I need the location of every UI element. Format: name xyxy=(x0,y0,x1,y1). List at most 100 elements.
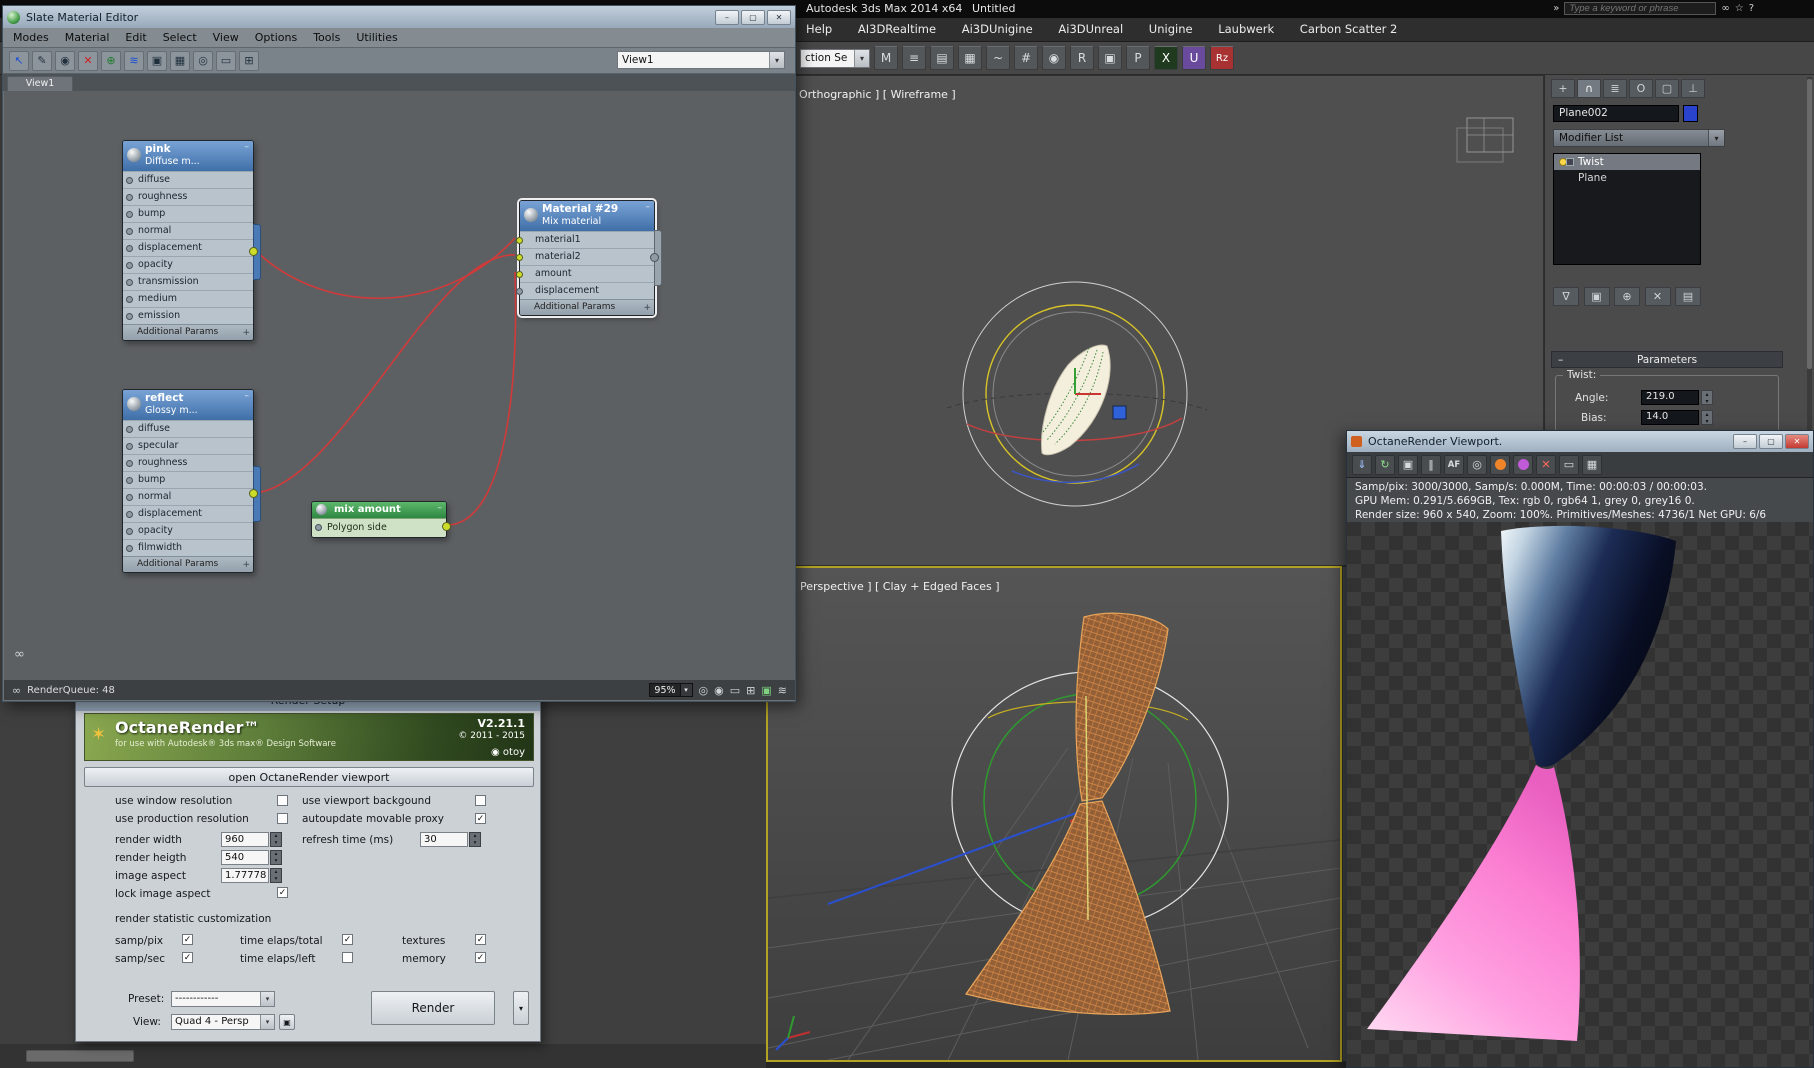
move-children-icon[interactable]: ⊕ xyxy=(101,50,121,71)
slot-connector-icon[interactable] xyxy=(126,425,133,433)
lock-image-aspect-checkbox[interactable]: ✓ xyxy=(277,887,288,898)
node-reflect-glossy[interactable]: reflect Glossy m... – diffuse specular r… xyxy=(122,389,261,573)
zoom-extents-icon[interactable]: ⊞ xyxy=(746,684,755,697)
menu-help[interactable]: Help xyxy=(806,22,832,36)
close-button[interactable]: ✕ xyxy=(1785,434,1809,449)
menu-tools[interactable]: Tools xyxy=(313,31,340,44)
combo-arrow-icon[interactable]: ▾ xyxy=(679,684,692,696)
node-mix-amount[interactable]: mix amount – Polygon side xyxy=(311,501,451,538)
camera-picker-icon[interactable]: ◎ xyxy=(1467,454,1487,475)
minimize-button[interactable]: – xyxy=(715,9,739,25)
combo-arrow-icon[interactable]: ▾ xyxy=(769,52,784,68)
render-setup-icon[interactable]: R xyxy=(1070,46,1094,70)
slot-connector-icon[interactable] xyxy=(126,527,133,535)
menu-material[interactable]: Material xyxy=(65,31,110,44)
selection-set-combo[interactable]: ction Se ▾ xyxy=(800,48,870,68)
x-plugin-icon[interactable]: X xyxy=(1154,46,1178,70)
zoom-tool-icon[interactable]: ◎ xyxy=(193,50,213,71)
time-slider[interactable] xyxy=(26,1050,134,1062)
autofocus-icon[interactable]: AF xyxy=(1444,454,1464,475)
menu-ai3dunigine[interactable]: Ai3DUnigine xyxy=(962,22,1033,36)
modifier-stack[interactable]: Twist Plane xyxy=(1553,153,1701,265)
time-total-checkbox[interactable]: ✓ xyxy=(342,934,353,945)
render-height-spinner[interactable]: ▴ ▾ xyxy=(270,850,282,865)
menu-unigine[interactable]: Unigine xyxy=(1149,22,1193,36)
view-combo[interactable]: Quad 4 - Persp ▾ xyxy=(171,1014,275,1030)
slot-connector-icon[interactable] xyxy=(126,244,133,252)
show-grid-icon[interactable]: ▦ xyxy=(170,50,190,71)
image-aspect-field[interactable]: 1.77778 xyxy=(221,868,269,883)
bias-field[interactable]: 14.0 xyxy=(1641,410,1699,425)
render-width-field[interactable]: 960 xyxy=(221,832,269,847)
stack-item-twist[interactable]: Twist xyxy=(1554,154,1700,170)
node-mix-material[interactable]: Material #29 Mix material – material1 ma… xyxy=(516,200,662,316)
expand-icon[interactable]: + xyxy=(643,301,651,316)
menu-options[interactable]: Options xyxy=(255,31,297,44)
lock-resolution-icon[interactable]: ▣ xyxy=(1398,454,1418,475)
layout-all-icon[interactable]: ⊞ xyxy=(239,50,259,71)
make-unique-icon[interactable]: ⊕ xyxy=(1614,287,1640,306)
configure-modifier-sets-icon[interactable]: ▤ xyxy=(1675,287,1701,306)
rz-plugin-icon[interactable]: Rz xyxy=(1210,46,1234,70)
combo-arrow-icon[interactable]: ▾ xyxy=(1708,130,1724,146)
zoom-region-icon[interactable]: ▭ xyxy=(216,50,236,71)
maximize-button[interactable]: ▢ xyxy=(1759,434,1783,449)
bias-spinner[interactable]: ▴ ▾ xyxy=(1701,410,1713,425)
refresh-time-field[interactable]: 30 xyxy=(420,832,468,847)
tab-motion[interactable]: O xyxy=(1629,79,1653,98)
menu-ai3drealtime[interactable]: AI3DRealtime xyxy=(858,22,936,36)
material-picker-icon[interactable] xyxy=(1490,454,1510,475)
zoom-selected-icon[interactable]: ▣ xyxy=(761,684,771,697)
slot-connector-icon[interactable] xyxy=(516,253,523,261)
mirror-icon[interactable]: M xyxy=(874,46,898,70)
memory-checkbox[interactable]: ✓ xyxy=(475,952,486,963)
show-end-result-icon[interactable]: ▣ xyxy=(1583,287,1610,306)
search-input[interactable] xyxy=(1564,2,1717,15)
slate-titlebar[interactable]: Slate Material Editor – ▢ ✕ xyxy=(3,6,795,28)
collapse-node-icon[interactable]: – xyxy=(438,503,443,513)
tab-create[interactable]: + xyxy=(1551,79,1575,98)
slot-connector-icon[interactable] xyxy=(126,544,133,552)
octane-titlebar[interactable]: OctaneRender Viewport. – ▢ ✕ xyxy=(1347,431,1813,452)
search-icon[interactable]: ∞ xyxy=(1721,2,1729,15)
textures-checkbox[interactable]: ✓ xyxy=(475,934,486,945)
octane-render-area[interactable] xyxy=(1347,522,1813,1067)
combo-arrow-icon[interactable]: ▾ xyxy=(260,992,274,1006)
collapse-icon[interactable]: – xyxy=(1558,352,1563,368)
slot-connector-icon[interactable] xyxy=(126,510,133,518)
use-production-resolution-checkbox[interactable] xyxy=(277,813,288,824)
additional-params-bar[interactable]: Additional Params + xyxy=(123,556,253,572)
restart-render-icon[interactable]: ↻ xyxy=(1375,454,1395,475)
slot-connector-icon[interactable] xyxy=(516,287,523,295)
layer-manager-icon[interactable]: ▤ xyxy=(930,46,954,70)
modifier-list-combo[interactable]: Modifier List ▾ xyxy=(1553,129,1725,147)
open-octane-viewport-button[interactable]: open OctaneRender viewport xyxy=(84,767,534,787)
slot-connector-icon[interactable] xyxy=(516,270,523,278)
display-mode-icon[interactable]: ▭ xyxy=(1559,454,1579,475)
slot-connector-icon[interactable] xyxy=(315,524,322,531)
slot-connector-icon[interactable] xyxy=(126,476,133,484)
maximize-button[interactable]: ▢ xyxy=(741,9,765,25)
stack-item-plane[interactable]: Plane xyxy=(1554,170,1700,186)
slot-connector-icon[interactable] xyxy=(126,459,133,467)
slot-connector-icon[interactable] xyxy=(516,236,523,244)
slot-connector-icon[interactable] xyxy=(126,227,133,235)
render-options-arrow[interactable]: ▾ xyxy=(513,991,529,1025)
samp-sec-checkbox[interactable]: ✓ xyxy=(182,952,193,963)
menu-utilities[interactable]: Utilities xyxy=(356,31,397,44)
node-canvas[interactable]: pink Diffuse m... – diffuse roughness bu… xyxy=(4,91,795,682)
object-name-field[interactable]: Plane002 xyxy=(1553,105,1679,122)
render-button[interactable]: Render xyxy=(371,991,495,1025)
zoom-combo[interactable]: 95% ▾ xyxy=(649,683,693,697)
view-select-combo[interactable]: View1 ▾ xyxy=(617,51,785,69)
save-image-icon[interactable]: ⇓ xyxy=(1352,454,1372,475)
combo-arrow-icon[interactable]: ▾ xyxy=(260,1015,274,1029)
menu-select[interactable]: Select xyxy=(163,31,197,44)
combo-arrow-icon[interactable]: ▾ xyxy=(854,49,869,67)
viewport-label[interactable]: Orthographic ] [ Wireframe ] xyxy=(799,88,956,101)
angle-spinner[interactable]: ▴ ▾ xyxy=(1701,390,1713,405)
angle-field[interactable]: 219.0 xyxy=(1641,390,1699,405)
pan-tool-icon[interactable]: ◎ xyxy=(699,684,709,697)
output-connector-icon[interactable] xyxy=(442,522,451,531)
view-lock-icon[interactable]: ▣ xyxy=(279,1014,295,1030)
